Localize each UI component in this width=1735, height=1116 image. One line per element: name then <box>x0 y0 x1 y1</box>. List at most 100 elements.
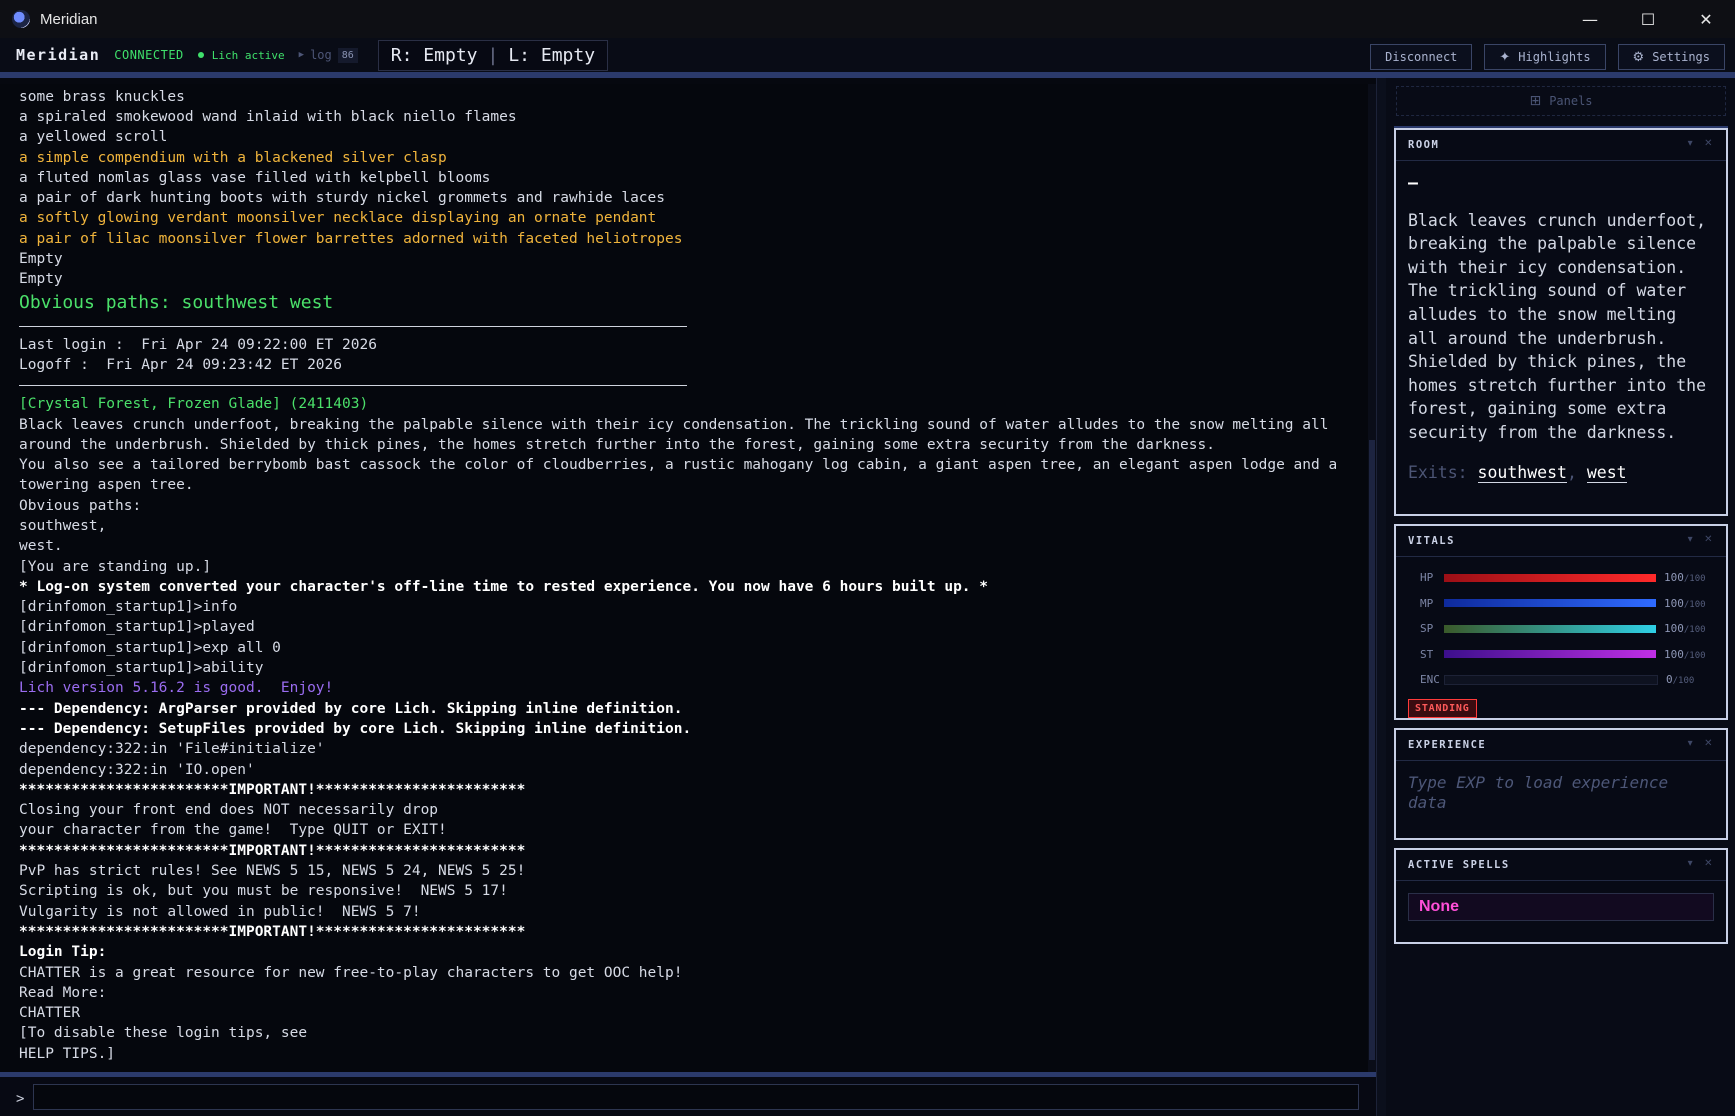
spells-panel-title: ACTIVE SPELLS <box>1408 859 1510 871</box>
game-line: dependency:322:in 'IO.open' <box>19 761 255 778</box>
experience-panel-header: EXPERIENCE ▾ ✕ <box>1396 730 1726 761</box>
vital-max: /100 <box>1683 625 1706 636</box>
spells-panel-controls: ▾ ✕ <box>1678 858 1714 869</box>
game-line: Logoff : Fri Apr 24 09:23:42 ET 2026 <box>19 356 343 373</box>
window-titlebar: Meridian — ☐ ✕ <box>0 0 1735 38</box>
room-panel: ROOM ▾ ✕ — Black leaves crunch underfoot,… <box>1394 128 1728 516</box>
right-hand: R: Empty <box>390 44 478 66</box>
vital-row-mp: MP 100/100 <box>1396 591 1726 617</box>
game-line: Scripting is ok, but you must be respons… <box>19 883 508 900</box>
close-icon[interactable]: ✕ <box>1704 534 1714 545</box>
close-button[interactable]: ✕ <box>1677 0 1735 38</box>
game-line: Obvious paths: southwest west <box>19 291 334 313</box>
vitals-panel-title: VITALS <box>1408 535 1455 547</box>
experience-placeholder: Type EXP to load experience data <box>1408 773 1669 812</box>
game-line: ************************IMPORTANT!******… <box>19 781 526 798</box>
game-output-lines: some brass knuckles a spiraled smokewood … <box>19 87 1354 1064</box>
spells-panel-header: ACTIVE SPELLS ▾ ✕ <box>1396 850 1726 881</box>
connection-status: CONNECTED <box>114 48 184 62</box>
game-line: Last login : Fri Apr 24 09:22:00 ET 2026 <box>19 336 377 353</box>
sparkle-icon: ✦ <box>1499 49 1511 65</box>
disconnect-label: Disconnect <box>1385 50 1458 64</box>
panels-button[interactable]: ⊞ Panels <box>1396 86 1726 116</box>
game-line: [You are standing up.] <box>19 558 212 575</box>
hands-display: R: Empty | L: Empty <box>377 39 609 71</box>
game-line: ************************IMPORTANT!******… <box>19 842 526 859</box>
game-line: west. <box>19 538 63 555</box>
disconnect-button[interactable]: Disconnect <box>1370 44 1473 70</box>
app-logo-icon <box>12 10 30 28</box>
exit-west-link[interactable]: west <box>1586 462 1627 483</box>
exit-southwest-link[interactable]: southwest <box>1477 462 1567 483</box>
vital-max: /100 <box>1672 676 1695 687</box>
settings-label: Settings <box>1652 50 1710 64</box>
maximize-button[interactable]: ☐ <box>1619 0 1677 38</box>
vital-bar <box>1444 599 1656 608</box>
vital-row-enc: ENC 0/100 <box>1396 667 1726 693</box>
game-line: a yellowed scroll <box>19 129 168 146</box>
panels-label: Panels <box>1549 94 1593 108</box>
command-input[interactable] <box>33 1084 1359 1110</box>
vital-bar-fill <box>1444 650 1656 659</box>
settings-button[interactable]: ⚙ Settings <box>1617 44 1725 70</box>
vital-bar <box>1444 624 1656 633</box>
game-line: [drinfomon_startup1]>info <box>19 599 238 616</box>
experience-panel: EXPERIENCE ▾ ✕ Type EXP to load experienc… <box>1394 728 1728 840</box>
close-icon[interactable]: ✕ <box>1704 138 1714 149</box>
room-exits: Exits: southwest, west <box>1408 461 1714 485</box>
collapse-icon[interactable]: ▾ <box>1688 534 1695 545</box>
game-line: Lich version 5.16.2 is good. Enjoy! <box>19 680 334 697</box>
game-line: You also see a tailored berrybomb bast c… <box>19 457 1346 494</box>
game-line: PvP has strict rules! See NEWS 5 15, NEW… <box>19 863 526 880</box>
vital-current: 100 <box>1664 622 1684 636</box>
game-line: HELP TIPS.] <box>19 1045 116 1062</box>
close-icon[interactable]: ✕ <box>1704 738 1714 749</box>
close-icon[interactable]: ✕ <box>1704 858 1714 869</box>
window-controls: — ☐ ✕ <box>1561 0 1735 38</box>
room-body: — Black leaves crunch underfoot, breakin… <box>1396 161 1726 484</box>
game-line: Obvious paths: <box>19 497 142 514</box>
spell-none-item: None <box>1408 893 1714 921</box>
game-line: your character from the game! Type QUIT … <box>19 822 447 839</box>
vital-bar-fill <box>1444 573 1656 582</box>
vital-max: /100 <box>1683 574 1706 585</box>
room-panel-title: ROOM <box>1408 139 1440 151</box>
hands-separator: | <box>487 44 499 66</box>
collapse-icon[interactable]: ▾ <box>1688 138 1695 149</box>
game-scrollbar-thumb[interactable] <box>1369 440 1375 1060</box>
vital-value: 100/100 <box>1664 648 1706 661</box>
lich-status-dot-icon <box>197 52 204 58</box>
room-panel-controls: ▾ ✕ <box>1678 138 1714 149</box>
vital-label: HP <box>1420 571 1434 585</box>
app-toolbar: Meridian CONNECTED Lich active ▶ log 86 … <box>0 38 1735 78</box>
vital-value: 100/100 <box>1664 571 1706 584</box>
log-toggle-icon[interactable]: ▶ <box>299 50 304 60</box>
vital-bar-fill <box>1444 624 1656 633</box>
game-line: [drinfomon_startup1]>exp all 0 <box>19 639 281 656</box>
vital-current: 100 <box>1664 571 1684 585</box>
game-line: southwest, <box>19 517 107 534</box>
vital-label: ST <box>1420 647 1434 661</box>
game-line: a pair of lilac moonsilver flower barret… <box>19 230 683 247</box>
side-panels: ⊞ Panels ROOM ▾ ✕ — Black leaves crunch u… <box>1386 78 1735 1116</box>
game-line: Read More: <box>19 984 107 1001</box>
vitals-panel-controls: ▾ ✕ <box>1678 534 1714 545</box>
collapse-icon[interactable]: ▾ <box>1688 738 1695 749</box>
minimize-button[interactable]: — <box>1561 0 1619 38</box>
vital-label: SP <box>1420 622 1434 636</box>
collapse-icon[interactable]: ▾ <box>1688 858 1695 869</box>
gear-icon: ⚙ <box>1632 49 1645 65</box>
vital-bar-fill <box>1444 599 1656 608</box>
toolbar-actions: Disconnect ✦ Highlights ⚙ Settings <box>1370 44 1725 70</box>
vital-bar <box>1444 650 1656 659</box>
vital-row-st: ST 100/100 <box>1396 642 1726 668</box>
divider-rule <box>19 325 687 327</box>
vital-bar <box>1444 674 1658 685</box>
log-toggle[interactable]: log <box>310 48 332 62</box>
game-output[interactable]: some brass knuckles a spiraled smokewood … <box>0 84 1368 1072</box>
vital-current: 0 <box>1666 673 1673 687</box>
brand-title: Meridian <box>16 46 101 64</box>
game-line: some brass knuckles <box>19 88 185 105</box>
vital-row-hp: HP 100/100 <box>1396 565 1726 591</box>
highlights-button[interactable]: ✦ Highlights <box>1484 44 1606 70</box>
